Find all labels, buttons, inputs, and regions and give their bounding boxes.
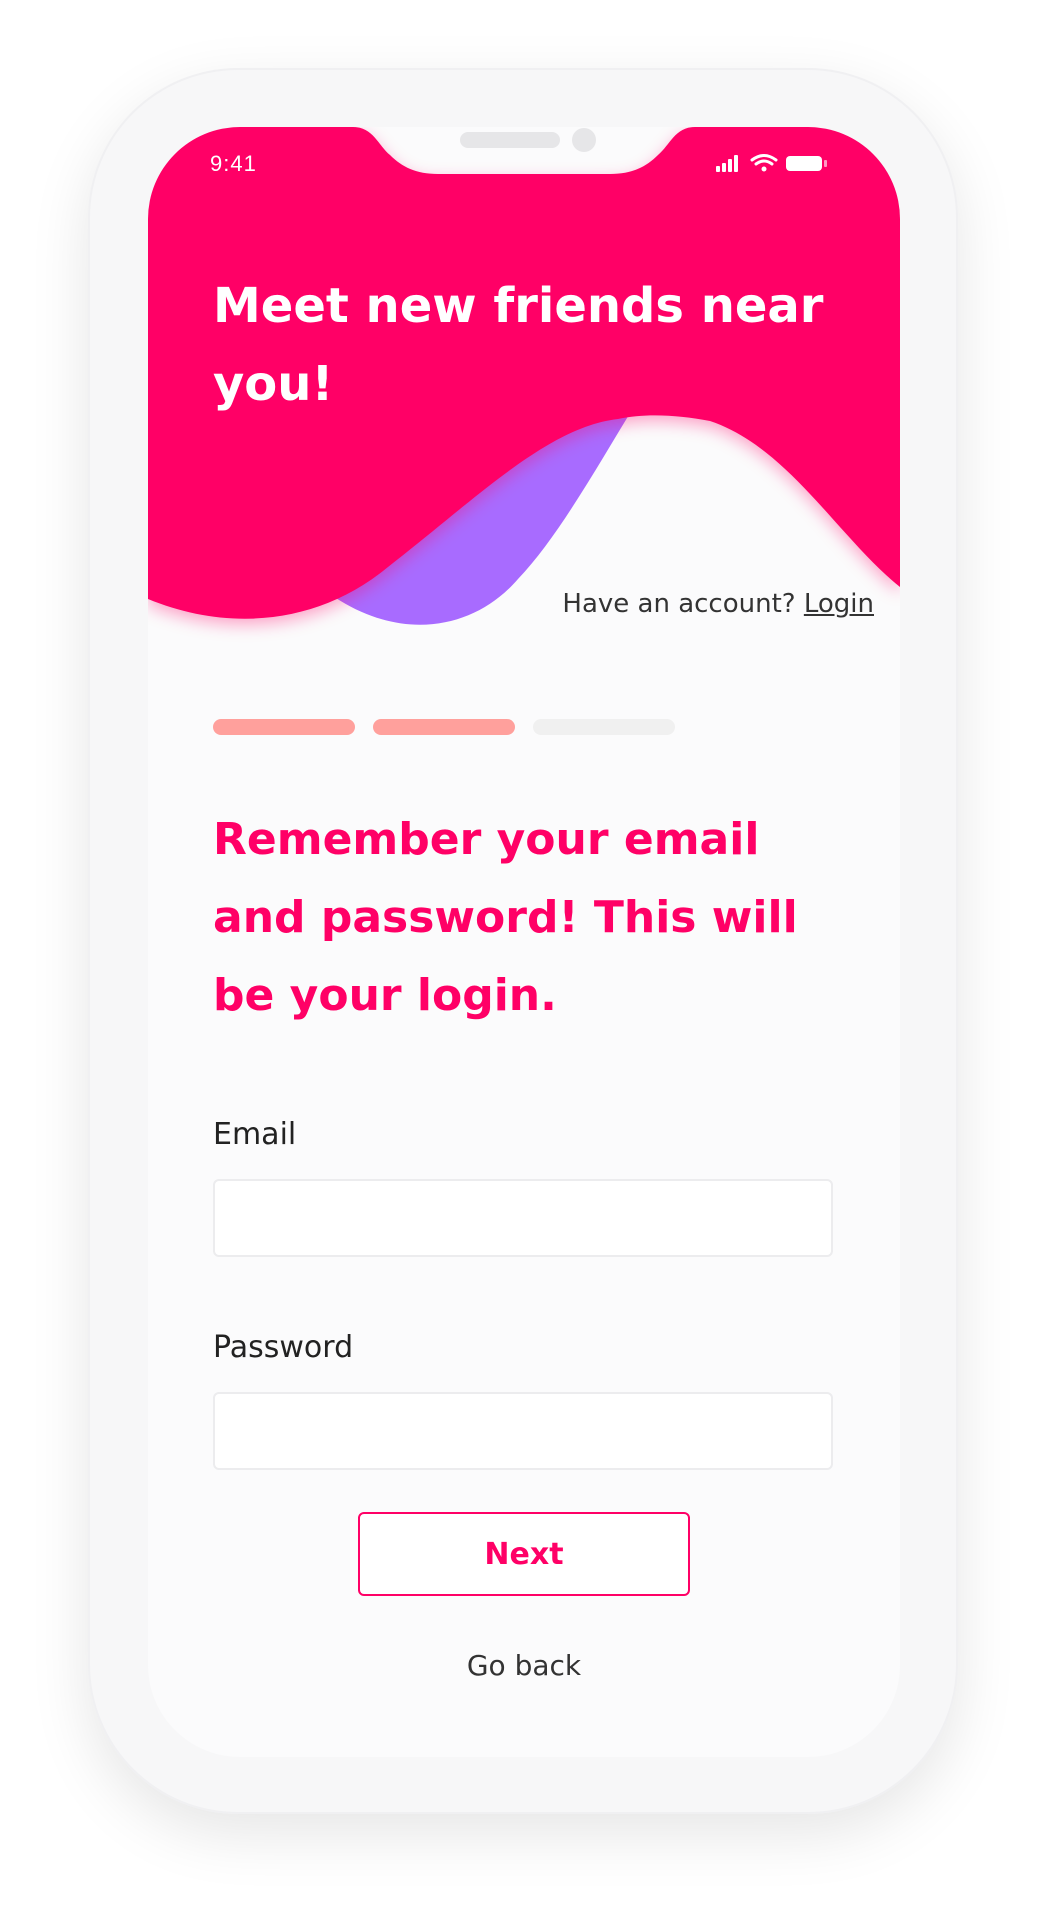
- phone-screen: 9:41 Meet new friends near you! Have an …: [148, 127, 900, 1757]
- status-time: 9:41: [210, 151, 257, 176]
- password-field[interactable]: [213, 1392, 833, 1470]
- email-label: Email: [213, 1117, 297, 1152]
- status-icons: [716, 154, 827, 172]
- login-prompt: Have an account? Login: [562, 589, 874, 619]
- hero-headline: Meet new friends near you!: [213, 278, 824, 412]
- notch-speaker: [460, 132, 560, 148]
- progress-step-3: [533, 719, 675, 735]
- login-link[interactable]: Login: [804, 589, 874, 619]
- battery-icon: [786, 156, 827, 171]
- canvas: 9:41 Meet new friends near you! Have an …: [0, 0, 1046, 1920]
- progress-step-1: [213, 719, 355, 735]
- password-label: Password: [213, 1330, 354, 1365]
- progress-step-2: [373, 719, 515, 735]
- go-back-link[interactable]: Go back: [148, 1649, 900, 1682]
- notch-camera: [572, 128, 596, 152]
- login-prompt-text: Have an account?: [562, 589, 796, 619]
- step-progress: [213, 719, 675, 735]
- wifi-icon: [750, 154, 778, 172]
- next-button[interactable]: Next: [358, 1512, 690, 1596]
- signal-icon: [716, 155, 738, 172]
- page-title: Remember your email and password! This w…: [213, 814, 798, 1021]
- email-field[interactable]: [213, 1179, 833, 1257]
